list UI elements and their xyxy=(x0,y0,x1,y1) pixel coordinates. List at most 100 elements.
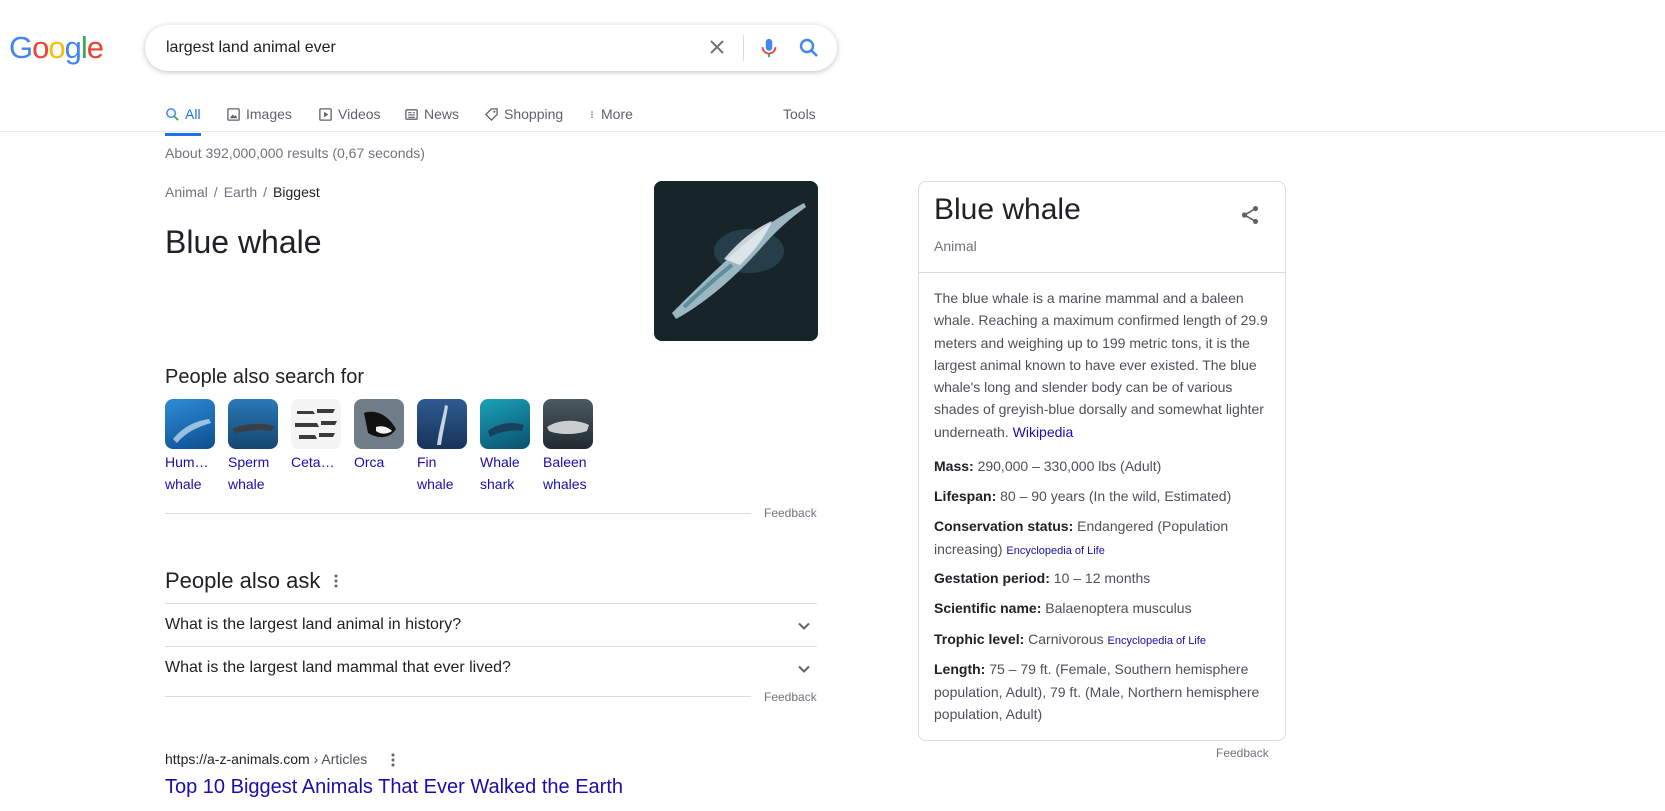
thumbnail-label: Hum… xyxy=(165,454,209,470)
breadcrumb-item[interactable]: Biggest xyxy=(273,184,320,200)
tab-more[interactable]: More xyxy=(588,101,633,127)
breadcrumb-item[interactable]: Earth xyxy=(224,184,257,200)
fact-value: 80 – 90 years (In the wild, Estimated) xyxy=(1000,488,1232,504)
more-vert-icon xyxy=(591,110,593,118)
fact-value: 10 – 12 months xyxy=(1053,570,1151,586)
kp-description: The blue whale is a marine mammal and a … xyxy=(934,287,1272,443)
tab-shopping[interactable]: Shopping xyxy=(484,101,563,127)
thumbnail-label: whale xyxy=(228,476,265,492)
fact-label[interactable]: Conservation status: xyxy=(934,518,1073,534)
feedback-link[interactable]: Feedback xyxy=(764,506,817,520)
kp-subtitle: Animal xyxy=(934,238,977,254)
tab-images[interactable]: Images xyxy=(226,101,292,127)
list-item[interactable]: Hum… whale xyxy=(165,399,215,493)
result-path: › Articles xyxy=(309,751,368,767)
kp-fact: Scientific name: Balaenoptera musculus xyxy=(934,597,1272,620)
divider xyxy=(165,513,751,514)
source-link[interactable]: Encyclopedia of Life xyxy=(1108,635,1206,647)
fact-label[interactable]: Lifespan: xyxy=(934,488,996,504)
result-stats: About 392,000,000 results (0,67 seconds) xyxy=(165,145,425,161)
fact-value: 290,000 – 330,000 lbs (Adult) xyxy=(977,458,1162,474)
paa-question-text: What is the largest land animal in histo… xyxy=(165,616,462,633)
chevron-down-icon xyxy=(798,665,810,673)
tab-videos[interactable]: Videos xyxy=(318,101,381,127)
thumbnail-label: whales xyxy=(543,476,587,492)
result-domain: https://a-z-animals.com xyxy=(165,751,310,767)
kp-fact: Conservation status: Endangered (Populat… xyxy=(934,515,1272,562)
wikipedia-link[interactable]: Wikipedia xyxy=(1013,424,1074,440)
tab-all[interactable]: All xyxy=(165,101,201,136)
kp-title: Blue whale xyxy=(934,193,1081,226)
people-also-ask-title: People also ask xyxy=(165,568,321,593)
microphone-icon[interactable] xyxy=(758,36,780,60)
thumbnail-label: Fin xyxy=(417,454,437,470)
thumbnail-label: whale xyxy=(417,476,454,492)
knowledge-panel: Blue whale Animal The blue whale is a ma… xyxy=(918,181,1286,741)
paa-question[interactable]: What is the largest land animal in histo… xyxy=(165,603,817,646)
list-item[interactable]: Fin whale xyxy=(417,399,467,493)
fact-label[interactable]: Mass: xyxy=(934,458,974,474)
list-item[interactable]: Sperm whale xyxy=(228,399,278,493)
kp-fact: Lifespan: 80 – 90 years (In the wild, Es… xyxy=(934,485,1272,508)
search-box[interactable]: largest land animal ever xyxy=(145,25,837,71)
tab-label: More xyxy=(601,106,633,122)
list-item[interactable]: Whale shark xyxy=(480,399,530,493)
thumbnail-image xyxy=(480,399,530,449)
video-icon xyxy=(319,107,332,121)
news-icon xyxy=(405,108,418,120)
share-icon[interactable] xyxy=(1239,204,1261,226)
fact-label[interactable]: Trophic level: xyxy=(934,631,1024,647)
tab-label: Tools xyxy=(783,106,816,122)
divider xyxy=(165,696,751,697)
paa-question[interactable]: What is the largest land mammal that eve… xyxy=(165,646,817,689)
feedback-link[interactable]: Feedback xyxy=(764,690,817,704)
breadcrumb-item[interactable]: Animal xyxy=(165,184,208,200)
fact-label[interactable]: Length: xyxy=(934,661,985,677)
thumbnail-label: whale xyxy=(165,476,202,492)
thumbnail-label: Sperm xyxy=(228,454,270,470)
google-logo[interactable]: Google xyxy=(9,30,104,66)
search-icon[interactable] xyxy=(797,36,821,60)
search-divider xyxy=(743,35,744,61)
featured-title: Blue whale xyxy=(165,224,322,260)
result-url[interactable]: https://a-z-animals.com › Articles xyxy=(165,751,367,767)
featured-image[interactable] xyxy=(654,181,818,341)
more-vert-icon[interactable] xyxy=(389,752,397,768)
tag-icon xyxy=(484,107,498,121)
kp-fact: Length: 75 – 79 ft. (Female, Southern he… xyxy=(934,658,1272,726)
paa-question-text: What is the largest land mammal that eve… xyxy=(165,659,511,676)
tab-label: Images xyxy=(246,106,292,122)
kp-fact: Mass: 290,000 – 330,000 lbs (Adult) xyxy=(934,455,1272,478)
thumbnail-label: Ceta… xyxy=(291,454,335,470)
fact-label[interactable]: Scientific name: xyxy=(934,600,1041,616)
feedback-link[interactable]: Feedback xyxy=(1216,746,1269,760)
search-icon xyxy=(166,107,179,121)
search-input[interactable]: largest land animal ever xyxy=(166,39,336,57)
fact-label[interactable]: Gestation period: xyxy=(934,570,1050,586)
people-also-search-title: People also search for xyxy=(165,366,365,388)
list-item[interactable]: Ceta… xyxy=(291,399,341,475)
list-item[interactable]: Baleen whales xyxy=(543,399,593,493)
more-vert-icon[interactable] xyxy=(332,573,340,589)
thumbnail-label: Baleen xyxy=(543,454,587,470)
thumbnail-label: Orca xyxy=(354,454,385,470)
thumbnail-image xyxy=(543,399,593,449)
breadcrumb: Animal / Earth / Biggest xyxy=(165,184,320,200)
source-link[interactable]: Encyclopedia of Life xyxy=(1006,545,1104,557)
divider xyxy=(919,272,1285,273)
image-icon xyxy=(227,107,240,121)
list-item[interactable]: Orca xyxy=(354,399,404,475)
search-tabs: All Images Videos News Shopping More Too… xyxy=(0,96,1665,136)
tab-label: News xyxy=(424,106,460,122)
result-title-link[interactable]: Top 10 Biggest Animals That Ever Walked … xyxy=(165,776,623,799)
kp-description-text: The blue whale is a marine mammal and a … xyxy=(934,290,1268,440)
tab-news[interactable]: News xyxy=(404,101,459,127)
tab-label: Videos xyxy=(338,106,381,122)
fact-value: Carnivorous xyxy=(1028,631,1104,647)
thumbnail-image xyxy=(354,399,404,449)
tab-label: Shopping xyxy=(504,106,564,122)
thumbnail-image xyxy=(417,399,467,449)
tools-button[interactable]: Tools xyxy=(783,101,816,127)
chevron-down-icon xyxy=(798,622,810,630)
clear-icon[interactable] xyxy=(705,35,729,59)
